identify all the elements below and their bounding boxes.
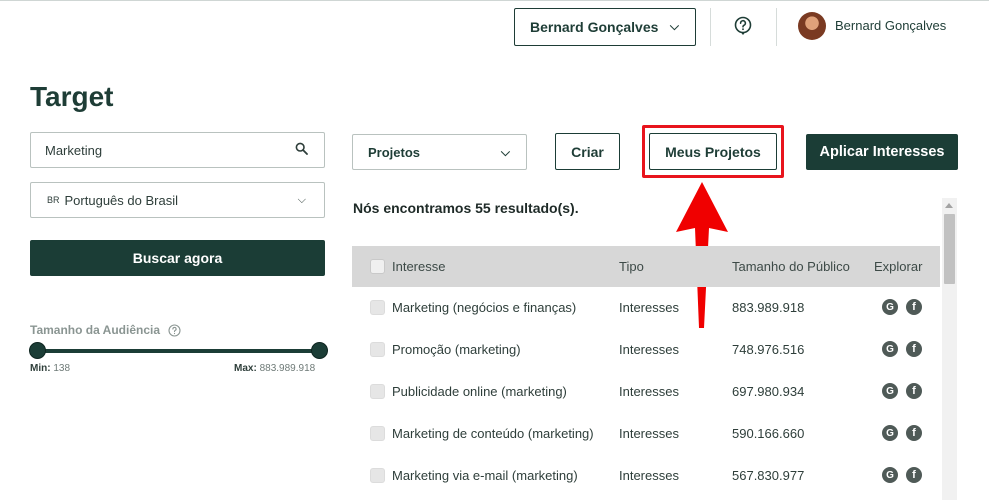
- row-interest: Marketing via e-mail (marketing): [392, 468, 578, 483]
- row-interest: Marketing de conteúdo (marketing): [392, 426, 594, 441]
- range-max-value: 883.989.918: [259, 363, 316, 374]
- row-audience-size: 883.989.918: [732, 300, 805, 315]
- row-checkbox[interactable]: [370, 384, 385, 399]
- row-interest: Marketing (negócios e finanças): [392, 300, 577, 315]
- help-icon[interactable]: [733, 16, 753, 36]
- column-header-type[interactable]: Tipo: [619, 259, 644, 274]
- table-row[interactable]: Marketing via e-mail (marketing) Interes…: [352, 455, 940, 497]
- search-input[interactable]: [45, 133, 285, 167]
- create-button[interactable]: Criar: [555, 133, 620, 170]
- results-count: Nós encontramos 55 resultado(s).: [353, 200, 579, 216]
- facebook-icon[interactable]: f: [906, 467, 922, 483]
- facebook-icon[interactable]: f: [906, 425, 922, 441]
- projects-selector[interactable]: Projetos ⌵: [352, 134, 527, 170]
- page-title: Target: [30, 81, 114, 112]
- audience-size-text: Tamanho da Audiência: [30, 323, 161, 337]
- header-divider: [710, 8, 711, 46]
- audience-slider-max-handle[interactable]: [311, 342, 328, 359]
- my-projects-button[interactable]: Meus Projetos: [649, 133, 777, 170]
- language-code: BR: [47, 195, 60, 205]
- row-checkbox[interactable]: [370, 300, 385, 315]
- scroll-up-arrow[interactable]: [945, 203, 953, 208]
- row-audience-size: 590.166.660: [732, 426, 805, 441]
- table-row[interactable]: Publicidade online (marketing) Interesse…: [352, 371, 940, 413]
- row-checkbox[interactable]: [370, 342, 385, 357]
- row-audience-size: 697.980.934: [732, 384, 805, 399]
- account-selector-label: Bernard Gonçalves: [530, 19, 659, 35]
- table-row[interactable]: Promoção (marketing) Interesses 748.976.…: [352, 329, 940, 371]
- user-name[interactable]: Bernard Gonçalves: [835, 18, 946, 33]
- range-min: Min: 138: [30, 363, 70, 374]
- info-icon[interactable]: [168, 323, 181, 337]
- column-header-interest[interactable]: Interesse: [392, 259, 445, 274]
- avatar[interactable]: [798, 12, 826, 40]
- google-icon[interactable]: G: [882, 425, 898, 441]
- scroll-thumb[interactable]: [944, 214, 955, 284]
- row-type: Interesses: [619, 342, 679, 357]
- row-type: Interesses: [619, 300, 679, 315]
- row-type: Interesses: [619, 384, 679, 399]
- range-min-value: 138: [53, 363, 71, 374]
- audience-size-label: Tamanho da Audiência: [30, 323, 181, 337]
- apply-interests-button[interactable]: Aplicar Interesses: [806, 134, 958, 170]
- audience-slider-min-handle[interactable]: [29, 342, 46, 359]
- facebook-icon[interactable]: f: [906, 383, 922, 399]
- row-audience-size: 567.830.977: [732, 468, 805, 483]
- table-row[interactable]: Marketing de conteúdo (marketing) Intere…: [352, 413, 940, 455]
- table-row[interactable]: Marketing (negócios e finanças) Interess…: [352, 287, 940, 329]
- row-checkbox[interactable]: [370, 468, 385, 483]
- select-all-checkbox[interactable]: [370, 259, 385, 274]
- results-scrollbar[interactable]: [942, 198, 957, 500]
- google-icon[interactable]: G: [882, 383, 898, 399]
- range-max: Max: 883.989.918: [234, 363, 315, 374]
- row-interest: Promoção (marketing): [392, 342, 521, 357]
- audience-slider-track[interactable]: [37, 349, 319, 353]
- row-checkbox[interactable]: [370, 426, 385, 441]
- top-border: [0, 0, 989, 1]
- projects-selector-label: Projetos: [368, 144, 421, 160]
- google-icon[interactable]: G: [882, 299, 898, 315]
- google-icon[interactable]: G: [882, 341, 898, 357]
- table-header: Interesse Tipo Tamanho do Público Explor…: [352, 246, 940, 287]
- row-type: Interesses: [619, 468, 679, 483]
- facebook-icon[interactable]: f: [906, 299, 922, 315]
- chevron-down-icon: ⌵: [669, 19, 679, 33]
- column-header-audience-size[interactable]: Tamanho do Público: [732, 259, 850, 274]
- range-max-label: Max:: [234, 363, 257, 374]
- row-interest: Publicidade online (marketing): [392, 384, 567, 399]
- search-field[interactable]: [30, 132, 325, 168]
- header-divider: [776, 8, 777, 46]
- chevron-down-icon: ⌵: [297, 194, 306, 206]
- results-table: Interesse Tipo Tamanho do Público Explor…: [352, 246, 940, 497]
- range-min-label: Min:: [30, 363, 51, 374]
- chevron-down-icon: ⌵: [500, 145, 510, 159]
- google-icon[interactable]: G: [882, 467, 898, 483]
- row-type: Interesses: [619, 426, 679, 441]
- column-header-explore: Explorar: [874, 259, 923, 274]
- language-selector[interactable]: BR Português do Brasil ⌵: [30, 182, 325, 218]
- language-label: Português do Brasil: [64, 192, 178, 208]
- row-audience-size: 748.976.516: [732, 342, 805, 357]
- facebook-icon[interactable]: f: [906, 341, 922, 357]
- search-icon[interactable]: [295, 142, 308, 155]
- account-selector[interactable]: Bernard Gonçalves ⌵: [514, 8, 696, 46]
- search-now-button[interactable]: Buscar agora: [30, 240, 325, 276]
